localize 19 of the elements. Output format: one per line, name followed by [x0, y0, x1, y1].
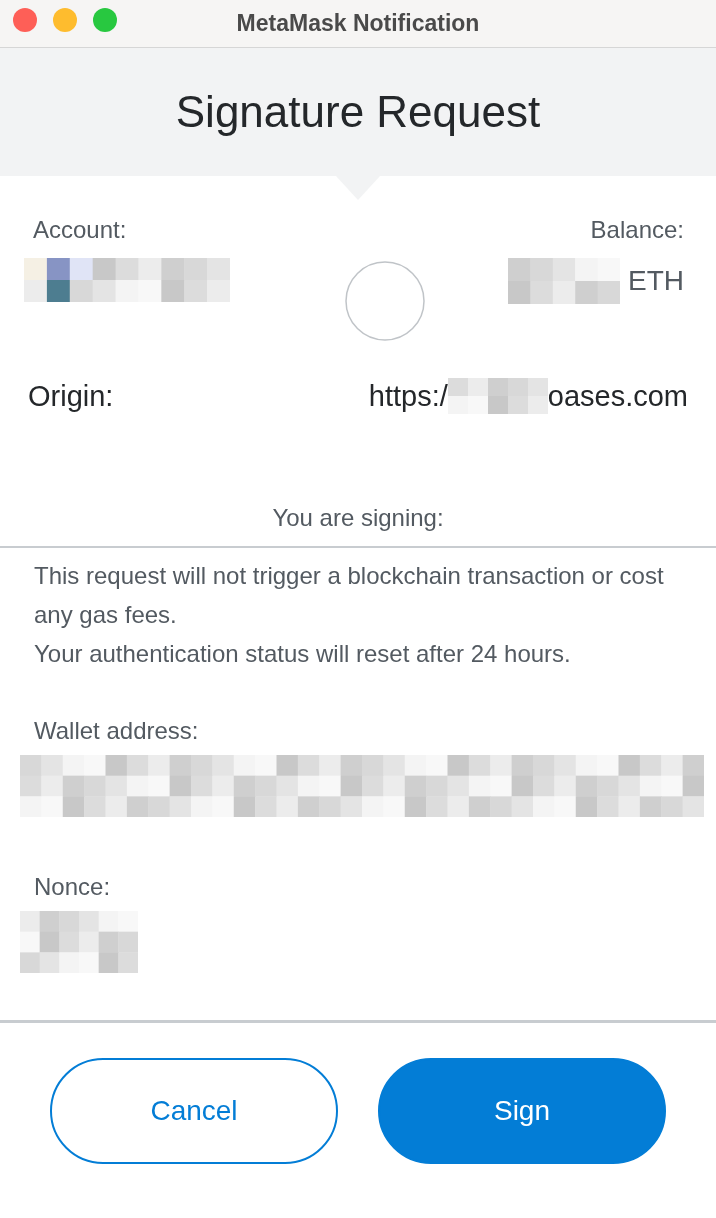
- page-title: Signature Request: [175, 87, 541, 137]
- origin-url-prefix: https:/: [368, 379, 448, 413]
- field-label: Nonce:: [34, 873, 112, 901]
- field-label: Wallet address:: [34, 717, 200, 745]
- origin-label: Origin:: [28, 379, 114, 413]
- message-text: Your authentication status will reset after 24 hours.: [34, 639, 572, 669]
- balance-label: Balance:: [589, 216, 684, 244]
- minimize-button[interactable]: [53, 8, 77, 32]
- signing-label: You are signing:: [0, 504, 716, 548]
- balance-unit: ETH: [628, 265, 684, 297]
- avatar-icon: [344, 260, 426, 342]
- sign-button[interactable]: Sign: [378, 1057, 666, 1164]
- message-text: This request will not trigger a blockchain transaction or cost any gas fees.: [34, 561, 665, 630]
- cancel-button[interactable]: Cancel: [50, 1057, 338, 1164]
- close-button[interactable]: [13, 8, 37, 32]
- origin-url-suffix: oases.com: [547, 379, 688, 413]
- account-label: Account:: [32, 216, 128, 244]
- zoom-button[interactable]: [93, 8, 117, 32]
- window-title: MetaMask Notification: [236, 10, 480, 37]
